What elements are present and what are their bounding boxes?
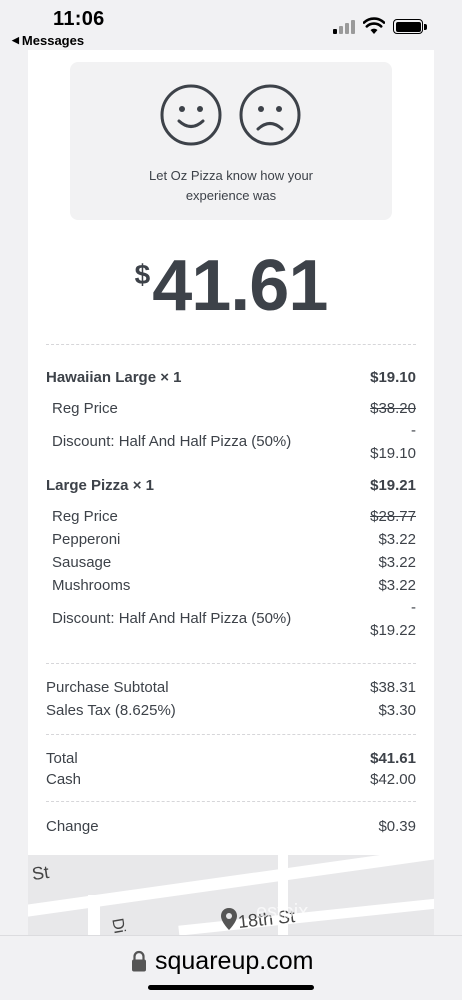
cash-value: $42.00 (370, 771, 416, 788)
detail-label: Reg Price (52, 400, 118, 417)
detail-label: Reg Price (52, 508, 118, 525)
tax-value: $3.30 (378, 702, 416, 719)
detail-value: $3.22 (378, 554, 416, 571)
detail-label: Mushrooms (52, 577, 131, 594)
item-price: $19.21 (370, 477, 416, 494)
sad-face-icon[interactable] (239, 84, 301, 146)
home-indicator[interactable] (148, 985, 314, 990)
detail-value: $3.22 (378, 531, 416, 548)
cash-label: Cash (46, 771, 82, 788)
detail-value: $19.22 (370, 622, 416, 639)
detail-value: $38.20 (370, 400, 416, 417)
street-label: St (30, 861, 51, 885)
divider (46, 344, 416, 345)
feedback-message: Let Oz Pizza know how your experience wa… (148, 168, 314, 203)
item-price: $19.10 (370, 369, 416, 386)
detail-value: $19.10 (370, 445, 416, 462)
amount-value: 41.61 (152, 246, 328, 326)
change-label: Change (46, 818, 99, 835)
detail-label: Sausage (52, 554, 112, 571)
total-label: Total (46, 750, 78, 767)
detail-value: $28.77 (370, 508, 416, 525)
tax-label: Sales Tax (8.625%) (46, 702, 176, 719)
feedback-panel: Let Oz Pizza know how your experience wa… (70, 62, 392, 220)
map-pin-icon (221, 908, 237, 930)
lock-icon (132, 950, 146, 972)
back-to-messages[interactable]: ◀ Messages (12, 33, 84, 48)
detail-label: Discount: Half And Half Pizza (50%) (52, 610, 292, 627)
location-map[interactable]: St Di 18th St estpix (28, 855, 434, 935)
divider (46, 801, 416, 802)
watermark: estpix (256, 901, 309, 923)
url-text[interactable]: squareup.com (155, 947, 313, 976)
change-value: $0.39 (378, 818, 416, 835)
currency-symbol: $ (134, 259, 151, 290)
total-value: $41.61 (370, 750, 416, 767)
battery-icon (393, 19, 427, 34)
detail-value-sign: - (411, 599, 416, 616)
divider (46, 663, 416, 664)
wifi-icon (363, 17, 385, 34)
divider (46, 734, 416, 735)
happy-face-icon[interactable] (160, 84, 222, 146)
status-bar: 11:06 ◀ Messages (0, 0, 462, 50)
detail-value-sign: - (411, 422, 416, 439)
detail-label: Pepperoni (52, 531, 121, 548)
street-label: Di (108, 916, 128, 935)
detail-label: Discount: Half And Half Pizza (50%) (52, 433, 292, 450)
receipt-card: Let Oz Pizza know how your experience wa… (28, 50, 434, 855)
address-bar[interactable]: squareup.com (0, 935, 462, 1000)
status-time: 11:06 (53, 8, 105, 30)
subtotal-label: Purchase Subtotal (46, 679, 169, 696)
detail-value: $3.22 (378, 577, 416, 594)
back-arrow-icon: ◀ (12, 35, 19, 45)
back-label: Messages (21, 33, 85, 48)
subtotal-value: $38.31 (370, 679, 416, 696)
map-road (88, 895, 100, 935)
item-name: Large Pizza × 1 (46, 477, 154, 494)
cellular-signal-icon (333, 20, 355, 34)
total-amount: $41.61 (28, 245, 434, 327)
item-name: Hawaiian Large × 1 (46, 369, 182, 386)
